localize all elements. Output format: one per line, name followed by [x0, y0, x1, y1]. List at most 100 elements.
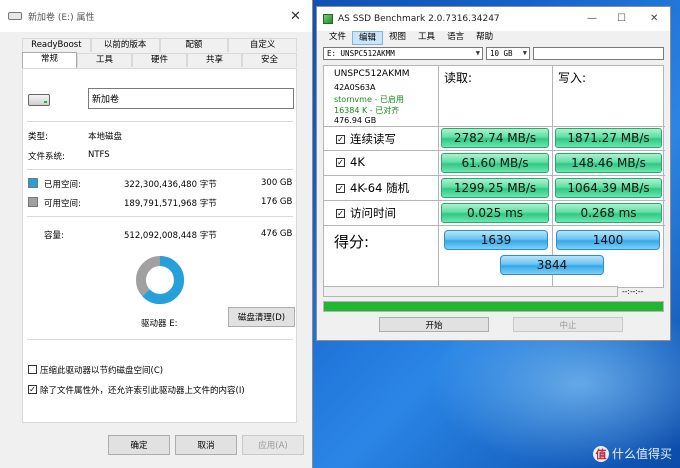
tabs-row-1: ReadyBoost 以前的版本 配额 自定义 — [22, 38, 297, 52]
index-checkbox[interactable]: ✓ — [28, 385, 37, 394]
status-bar — [323, 286, 618, 297]
progress-bar — [323, 301, 664, 312]
menu-view[interactable]: 视图 — [383, 31, 412, 45]
drive-letter-label: 驱动器 E: — [141, 319, 178, 329]
drive-driver: stornvme - 已启用 — [334, 95, 404, 104]
extra-input[interactable] — [533, 47, 664, 60]
results-grid: UNSPC512AKMM 42A0S63A stornvme - 已启用 163… — [323, 65, 665, 289]
tab-quota[interactable]: 配额 — [159, 38, 229, 52]
free-space-size: 176 GB — [261, 197, 293, 207]
drive-size: 476.94 GB — [334, 116, 377, 125]
grid-line — [324, 126, 665, 127]
ssd-title: AS SSD Benchmark 2.0.7316.34247 — [338, 14, 500, 24]
seq-write-result: 1871.27 MB/s — [555, 128, 662, 148]
test-4k-checkbox[interactable]: ✓ — [336, 157, 345, 167]
compress-checkbox[interactable] — [28, 365, 37, 374]
menu-edit[interactable]: 编辑 — [352, 31, 384, 45]
close-icon[interactable]: ✕ — [290, 9, 301, 24]
disk-cleanup-button[interactable]: 磁盘清理(D) — [228, 307, 295, 327]
tab-tools[interactable]: 工具 — [77, 53, 132, 67]
4k64-read-result: 1299.25 MB/s — [441, 178, 549, 198]
drive-icon — [8, 12, 22, 20]
seq-read-result: 2782.74 MB/s — [441, 128, 549, 148]
divider — [27, 121, 293, 122]
grid-line — [438, 66, 439, 289]
test-access-label: ✓ 访问时间 — [336, 205, 396, 221]
drive-model: UNSPC512AKMM — [334, 69, 410, 79]
drive-select[interactable]: E: UNSPC512AKMM ▼ — [323, 47, 483, 60]
drive-firmware: 42A0S63A — [334, 83, 376, 92]
app-icon — [323, 14, 333, 24]
tab-customize[interactable]: 自定义 — [228, 38, 297, 52]
test-access-checkbox[interactable]: ✓ — [336, 208, 345, 218]
minimize-icon[interactable]: — — [587, 13, 597, 24]
cancel-button[interactable]: 取消 — [175, 435, 237, 455]
divider — [27, 216, 293, 217]
test-4k64-name: 4K-64 随机 — [350, 181, 410, 195]
divider — [27, 339, 293, 340]
drive-properties-window: 新加卷 (E:) 属性 ✕ ReadyBoost 以前的版本 配额 自定义 常规… — [0, 0, 313, 468]
as-ssd-benchmark-window: AS SSD Benchmark 2.0.7316.34247 — ☐ ✕ 文件… — [316, 6, 671, 341]
read-header: 读取: — [444, 71, 473, 85]
watermark-logo: 值 — [592, 445, 609, 462]
used-space-size: 300 GB — [261, 178, 293, 188]
close-icon[interactable]: ✕ — [650, 13, 658, 24]
tab-hardware[interactable]: 硬件 — [132, 53, 187, 67]
watermark-text: 什么值得买 — [611, 447, 672, 461]
free-space-label: 可用空间: — [44, 199, 81, 209]
volume-name-input[interactable]: 新加卷 — [88, 88, 294, 109]
drive-alignment: 16384 K - 已对齐 — [334, 106, 400, 115]
test-4k64-checkbox[interactable]: ✓ — [336, 183, 345, 193]
4k64-write-result: 1064.39 MB/s — [555, 178, 662, 198]
free-space-swatch — [28, 197, 38, 207]
access-write-result: 0.268 ms — [555, 203, 662, 223]
tab-security[interactable]: 安全 — [242, 53, 297, 67]
general-tab-panel: 新加卷 类型: 本地磁盘 文件系统: NTFS 已用空间: 322,300,43… — [22, 68, 297, 423]
score-read: 1639 — [444, 230, 548, 250]
menu-language[interactable]: 语言 — [441, 31, 470, 45]
tabs-row-2: 常规 工具 硬件 共享 安全 — [22, 52, 297, 68]
compress-label: 压缩此驱动器以节约磁盘空间(C) — [40, 366, 164, 376]
test-seq-label: ✓ 连续读写 — [336, 131, 396, 147]
test-4k-label: ✓ 4K — [336, 155, 365, 169]
score-total: 3844 — [500, 255, 604, 275]
drive-select-value: E: UNSPC512AKMM — [327, 49, 395, 58]
menu-file[interactable]: 文件 — [323, 31, 352, 45]
test-4k64-label: ✓ 4K-64 随机 — [336, 180, 409, 196]
apply-button[interactable]: 应用(A) — [242, 435, 304, 455]
tab-general[interactable]: 常规 — [22, 52, 77, 68]
capacity-bytes: 512,092,008,448 字节 — [124, 231, 217, 241]
size-select[interactable]: 10 GB ▼ — [486, 47, 530, 60]
free-space-bytes: 189,791,571,968 字节 — [124, 199, 217, 209]
chevron-down-icon: ▼ — [475, 49, 480, 57]
grid-line — [324, 150, 665, 151]
access-read-result: 0.025 ms — [441, 203, 549, 223]
tab-readyboost[interactable]: ReadyBoost — [22, 38, 91, 52]
size-select-value: 10 GB — [490, 49, 513, 58]
used-space-swatch — [28, 178, 38, 188]
divider — [27, 169, 293, 170]
grid-line — [324, 225, 665, 226]
progress-fill — [324, 302, 663, 311]
ok-button[interactable]: 确定 — [108, 435, 170, 455]
stop-button[interactable]: 中止 — [513, 317, 623, 332]
test-seq-checkbox[interactable]: ✓ — [336, 134, 345, 144]
tab-previous-versions[interactable]: 以前的版本 — [90, 38, 160, 52]
test-4k-name: 4K — [350, 155, 365, 169]
elapsed-time: --:--:-- — [622, 287, 644, 296]
index-label: 除了文件属性外，还允许索引此驱动器上文件的内容(I) — [40, 386, 245, 396]
disk-usage-donut — [136, 256, 184, 304]
properties-titlebar: 新加卷 (E:) 属性 ✕ — [0, 0, 312, 32]
used-space-bytes: 322,300,436,480 字节 — [124, 180, 217, 190]
start-button[interactable]: 开始 — [379, 317, 489, 332]
filesystem-value: NTFS — [88, 150, 110, 160]
write-header: 写入: — [558, 71, 587, 85]
menu-help[interactable]: 帮助 — [470, 31, 499, 45]
menu-tools[interactable]: 工具 — [412, 31, 441, 45]
score-write: 1400 — [556, 230, 660, 250]
4k-read-result: 61.60 MB/s — [441, 153, 549, 173]
score-label: 得分: — [334, 233, 370, 251]
tab-sharing[interactable]: 共享 — [187, 53, 242, 67]
maximize-icon[interactable]: ☐ — [617, 13, 626, 24]
capacity-size: 476 GB — [261, 229, 293, 239]
